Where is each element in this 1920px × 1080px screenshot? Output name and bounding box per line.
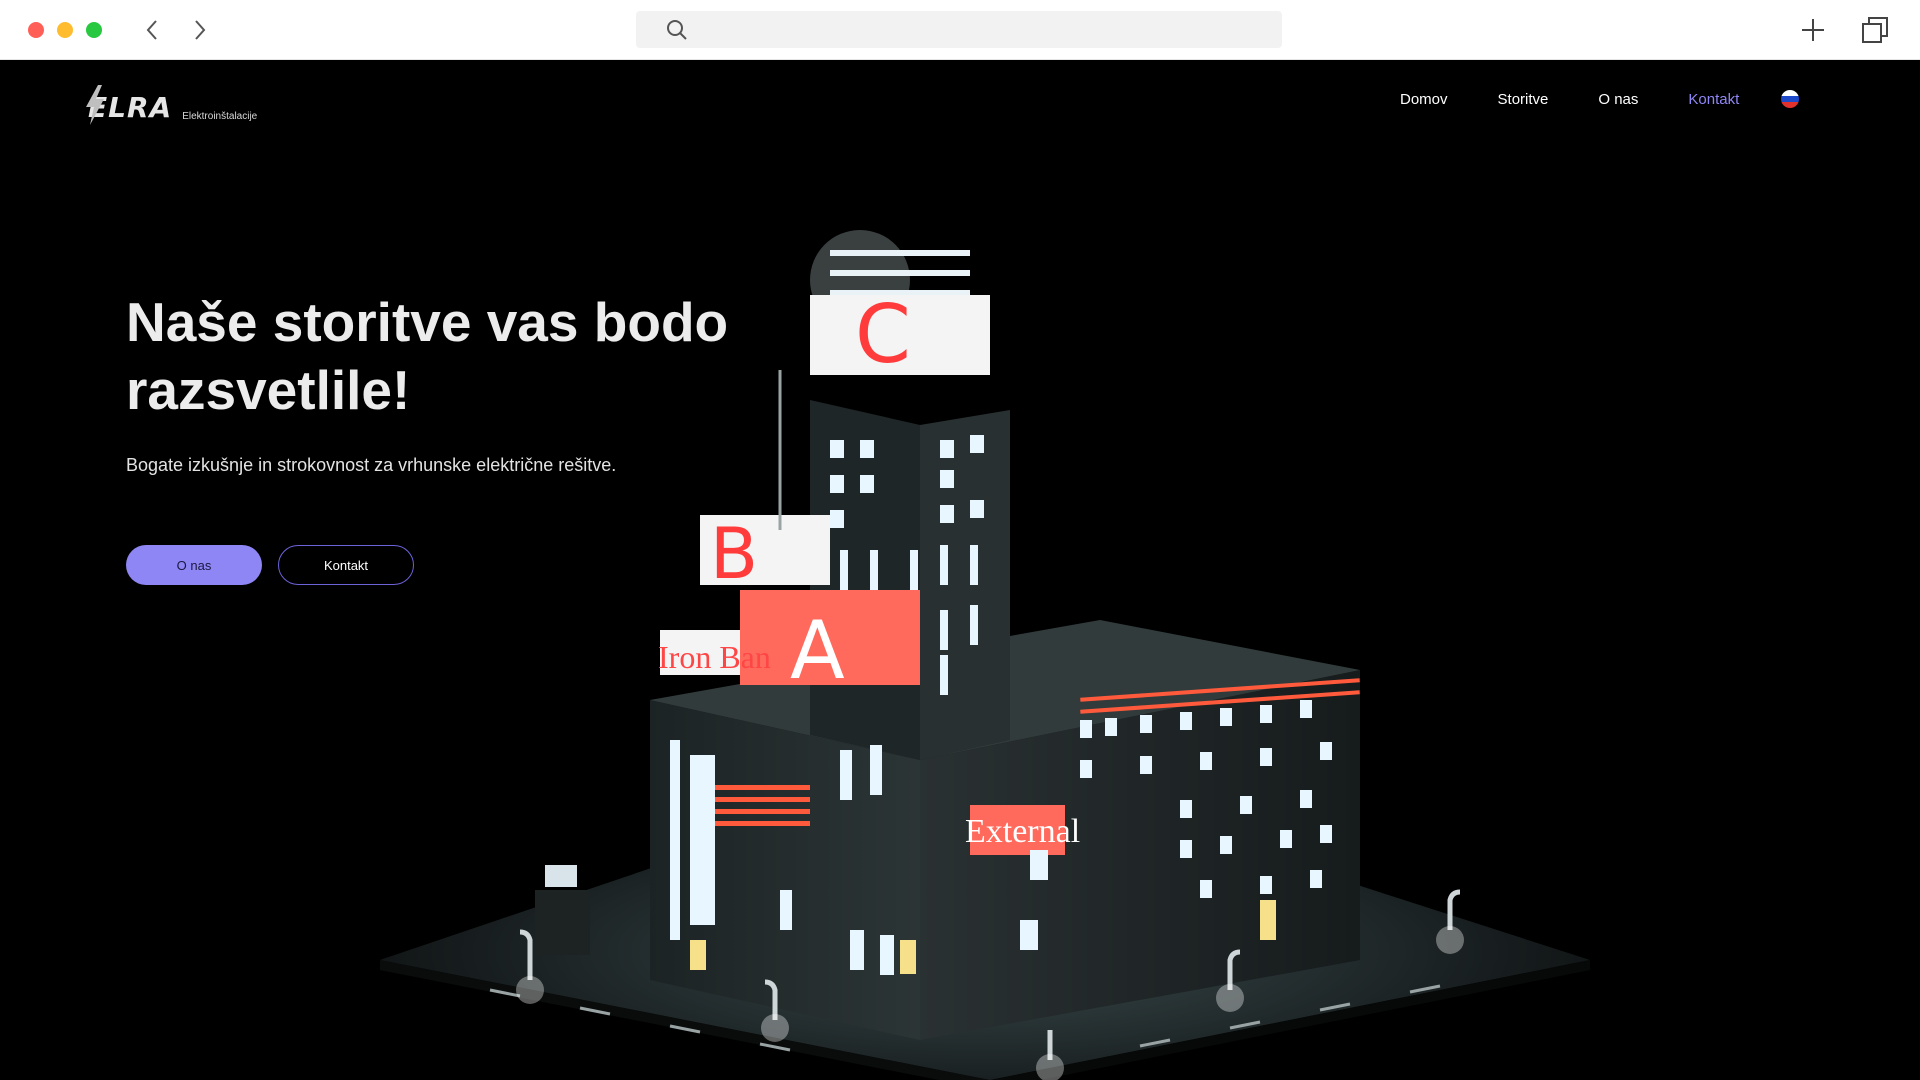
city-building-illustration: C B A Iron Ban External: [380, 230, 1590, 1080]
search-icon: [667, 20, 687, 40]
tabs-overview-button[interactable]: [1859, 14, 1891, 46]
sign-b-letter: B: [710, 513, 758, 595]
about-button[interactable]: O nas: [126, 545, 262, 585]
browser-toolbar: [0, 0, 1920, 60]
plus-icon: [1802, 19, 1824, 41]
site-logo[interactable]: ELRA Elektroinštalacije: [86, 84, 258, 125]
logo-subtitle: Elektroinštalacije: [182, 111, 258, 122]
sign-c-letter: C: [855, 288, 911, 381]
kiosk: [535, 890, 590, 955]
kiosk-sign: [545, 865, 577, 887]
new-tab-button[interactable]: [1797, 14, 1829, 46]
address-bar[interactable]: [636, 11, 1282, 48]
tabs-icon: [1862, 17, 1888, 43]
sign-a-letter: A: [790, 604, 845, 697]
main-navigation: Domov Storitve O nas Kontakt: [1400, 90, 1800, 108]
maximize-window-button[interactable]: [86, 22, 102, 38]
nav-item-storitve[interactable]: Storitve: [1498, 91, 1549, 108]
chevron-right-icon: [195, 20, 206, 40]
nav-item-kontakt[interactable]: Kontakt: [1688, 91, 1739, 108]
slovenia-flag-icon[interactable]: [1781, 90, 1800, 108]
website-page: ELRA Elektroinštalacije Domov Storitve O…: [0, 60, 1920, 1080]
close-window-button[interactable]: [28, 22, 44, 38]
forward-button[interactable]: [186, 16, 214, 44]
sign-external-text: External: [965, 813, 1080, 850]
back-button[interactable]: [138, 16, 166, 44]
tower-right: [920, 410, 1010, 760]
sign-iron-ban-text: Iron Ban: [658, 639, 771, 675]
nav-item-domov[interactable]: Domov: [1400, 91, 1448, 108]
chevron-left-icon: [146, 20, 157, 40]
lightning-bolt-icon: [86, 85, 104, 125]
minimize-window-button[interactable]: [57, 22, 73, 38]
url-input[interactable]: [700, 17, 1264, 43]
nav-item-o-nas[interactable]: O nas: [1598, 91, 1638, 108]
logo-mark: ELRA: [86, 85, 172, 125]
